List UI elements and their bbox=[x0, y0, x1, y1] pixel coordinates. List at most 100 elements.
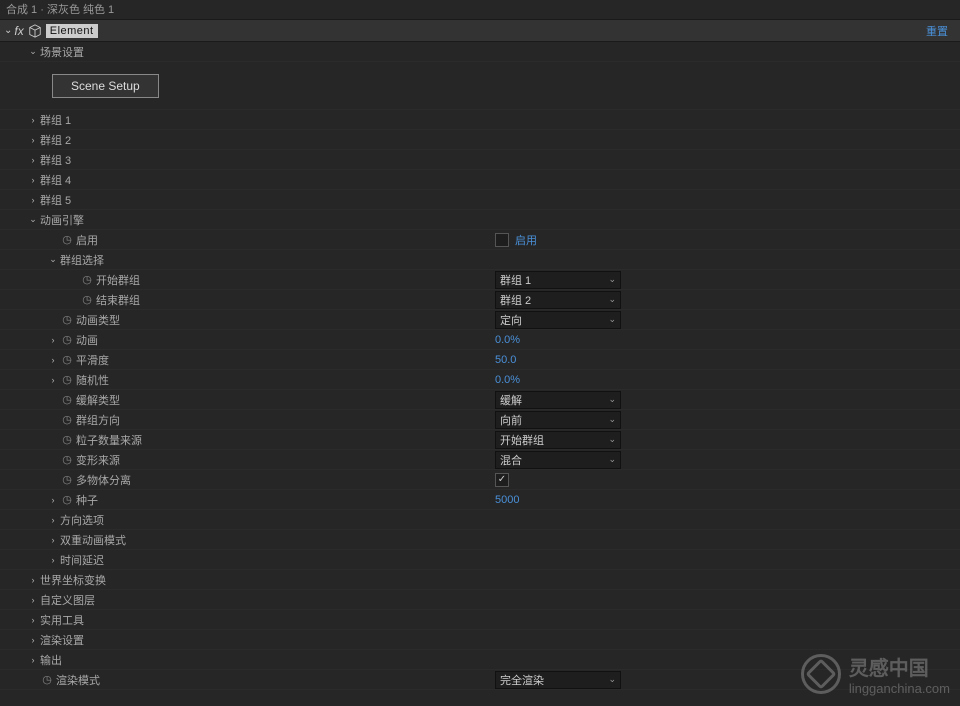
stopwatch-icon[interactable]: ◷ bbox=[60, 493, 74, 506]
effect-name[interactable]: Element bbox=[46, 24, 98, 38]
group-2: ›群组 2 bbox=[0, 130, 960, 150]
property-label: 随机性 bbox=[76, 372, 109, 388]
property-label: 群组 4 bbox=[40, 172, 71, 188]
anim-type-row: ◷动画类型 定向⌄ bbox=[0, 310, 960, 330]
section-1: ›自定义图层 bbox=[0, 590, 960, 610]
property-label: 启用 bbox=[76, 232, 98, 248]
twirl-icon[interactable]: › bbox=[28, 575, 38, 585]
group-1: ›群组 1 bbox=[0, 110, 960, 130]
twirl-icon[interactable]: › bbox=[28, 155, 38, 165]
property-label: 世界坐标变换 bbox=[40, 572, 106, 588]
chevron-down-icon: ⌄ bbox=[608, 674, 616, 685]
multi-object-checkbox[interactable] bbox=[495, 473, 509, 487]
render-mode-dropdown[interactable]: 完全渲染⌄ bbox=[495, 671, 621, 689]
twirl-icon[interactable]: › bbox=[28, 615, 38, 625]
property-label: 变形来源 bbox=[76, 452, 120, 468]
twirl-icon[interactable]: › bbox=[28, 195, 38, 205]
seed-value[interactable]: 5000 bbox=[495, 494, 519, 506]
property-label: 开始群组 bbox=[96, 272, 140, 288]
property-label: 群组 5 bbox=[40, 192, 71, 208]
stopwatch-icon[interactable]: ◷ bbox=[60, 413, 74, 426]
property-label: 种子 bbox=[76, 492, 98, 508]
section-2: ›实用工具 bbox=[0, 610, 960, 630]
twirl-icon[interactable]: › bbox=[28, 595, 38, 605]
effect-collapse-arrow[interactable]: ⌄ bbox=[4, 25, 12, 36]
twirl-icon[interactable]: › bbox=[28, 175, 38, 185]
randomness-value[interactable]: 0.0% bbox=[495, 374, 520, 386]
twirl-icon[interactable]: ⌄ bbox=[48, 254, 58, 265]
enable-row: ◷启用启用 bbox=[0, 230, 960, 250]
anim-amount-value[interactable]: 0.0% bbox=[495, 334, 520, 346]
randomness-row: ›◷随机性 0.0% bbox=[0, 370, 960, 390]
stopwatch-icon[interactable]: ◷ bbox=[60, 473, 74, 486]
chevron-down-icon: ⌄ bbox=[608, 454, 616, 465]
smoothness-value[interactable]: 50.0 bbox=[495, 354, 516, 366]
group-5: ›群组 5 bbox=[0, 190, 960, 210]
stopwatch-icon[interactable]: ◷ bbox=[60, 333, 74, 346]
twirl-icon[interactable]: › bbox=[48, 335, 58, 345]
section-0: ›世界坐标变换 bbox=[0, 570, 960, 590]
property-label: 动画 bbox=[76, 332, 98, 348]
stopwatch-icon[interactable]: ◷ bbox=[80, 273, 94, 286]
stopwatch-icon[interactable]: ◷ bbox=[60, 313, 74, 326]
anim-type-dropdown[interactable]: 定向⌄ bbox=[495, 311, 621, 329]
start-group-dropdown[interactable]: 群组 1⌄ bbox=[495, 271, 621, 289]
twirl-icon[interactable]: › bbox=[48, 375, 58, 385]
section-3: ›渲染设置 bbox=[0, 630, 960, 650]
panel-title: 合成 1 · 深灰色 纯色 1 bbox=[0, 0, 960, 20]
group-direction-dropdown[interactable]: 向前⌄ bbox=[495, 411, 621, 429]
chevron-down-icon: ⌄ bbox=[608, 394, 616, 405]
property-label: 输出 bbox=[40, 652, 62, 668]
property-label: 渲染设置 bbox=[40, 632, 84, 648]
section-4: ›输出 bbox=[0, 650, 960, 670]
property-label: 动画类型 bbox=[76, 312, 120, 328]
chevron-down-icon: ⌄ bbox=[608, 414, 616, 425]
twirl-icon[interactable]: › bbox=[28, 635, 38, 645]
stopwatch-icon[interactable]: ◷ bbox=[60, 453, 74, 466]
scene-settings-header: ⌄场景设置 bbox=[0, 42, 960, 62]
orientation-options: ›方向选项 bbox=[0, 510, 960, 530]
stopwatch-icon[interactable]: ◷ bbox=[60, 353, 74, 366]
particle-count-dropdown[interactable]: 开始群组⌄ bbox=[495, 431, 621, 449]
stopwatch-icon[interactable]: ◷ bbox=[60, 433, 74, 446]
time-delay: ›时间延迟 bbox=[0, 550, 960, 570]
deform-source-dropdown[interactable]: 混合⌄ bbox=[495, 451, 621, 469]
twirl-icon[interactable]: › bbox=[48, 535, 58, 545]
end-group-dropdown[interactable]: 群组 2⌄ bbox=[495, 291, 621, 309]
property-label: 群组方向 bbox=[76, 412, 120, 428]
stopwatch-icon[interactable]: ◷ bbox=[60, 233, 74, 246]
seed-row: ›◷种子 5000 bbox=[0, 490, 960, 510]
scene-setup-button[interactable]: Scene Setup bbox=[52, 74, 159, 98]
twirl-icon[interactable]: › bbox=[28, 135, 38, 145]
property-label: 群组 1 bbox=[40, 112, 71, 128]
stopwatch-icon[interactable]: ◷ bbox=[40, 673, 54, 686]
twirl-icon[interactable]: ⌄ bbox=[28, 46, 38, 57]
deform-source-row: ◷变形来源 混合⌄ bbox=[0, 450, 960, 470]
chevron-down-icon: ⌄ bbox=[608, 294, 616, 305]
twirl-icon[interactable]: › bbox=[28, 655, 38, 665]
end-group-row: ◷结束群组群组 2⌄ bbox=[0, 290, 960, 310]
ease-type-dropdown[interactable]: 缓解⌄ bbox=[495, 391, 621, 409]
twirl-icon[interactable]: › bbox=[48, 355, 58, 365]
stopwatch-icon[interactable]: ◷ bbox=[80, 293, 94, 306]
ease-type-row: ◷缓解类型缓解⌄ bbox=[0, 390, 960, 410]
reset-button[interactable]: 重置 bbox=[926, 23, 948, 39]
effect-header-bar: ⌄ fx Element 重置 bbox=[0, 20, 960, 42]
property-label: 场景设置 bbox=[40, 44, 84, 60]
twirl-icon[interactable]: › bbox=[48, 515, 58, 525]
property-label: 平滑度 bbox=[76, 352, 109, 368]
enable-checkbox[interactable] bbox=[495, 233, 509, 247]
property-label: 时间延迟 bbox=[60, 552, 104, 568]
twirl-icon[interactable]: ⌄ bbox=[28, 214, 38, 225]
twirl-icon[interactable]: › bbox=[48, 495, 58, 505]
multi-object-row: ◷多物体分离 bbox=[0, 470, 960, 490]
group-select-header: ⌄群组选择 bbox=[0, 250, 960, 270]
stopwatch-icon[interactable]: ◷ bbox=[60, 393, 74, 406]
chevron-down-icon: ⌄ bbox=[608, 274, 616, 285]
enable-checkbox-label: 启用 bbox=[515, 232, 537, 248]
twirl-icon[interactable]: › bbox=[48, 555, 58, 565]
dual-anim-mode: ›双重动画模式 bbox=[0, 530, 960, 550]
fx-icon[interactable]: fx bbox=[14, 24, 23, 38]
stopwatch-icon[interactable]: ◷ bbox=[60, 373, 74, 386]
twirl-icon[interactable]: › bbox=[28, 115, 38, 125]
